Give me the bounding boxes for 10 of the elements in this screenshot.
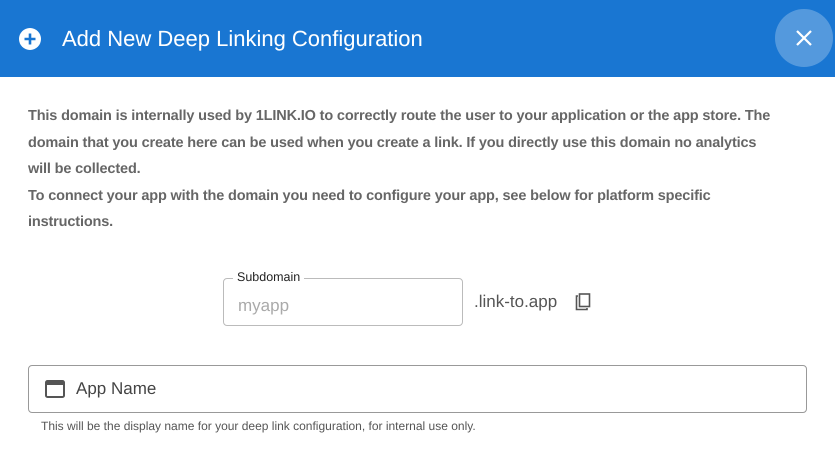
window-icon bbox=[45, 380, 65, 398]
domain-suffix: .link-to.app bbox=[474, 292, 558, 312]
hint-text: This will be the display name for your deep link configuration, for internal use only. bbox=[41, 418, 477, 432]
description-text: This domain is internally used by 1LINK.IO to correctly route the user to your application or the app store. The domain that you create here can be used when you create a link. If you directly use this domain no analytics will be collected. bbox=[28, 107, 772, 179]
app-name-field[interactable]: App Name bbox=[28, 364, 807, 412]
field-label: Subdomain bbox=[233, 270, 304, 284]
dialog-title: Add New Deep Linking Configuration bbox=[62, 26, 423, 52]
description-text: To connect your app with the domain you need to configure your app, see below for platform specific instructions. bbox=[28, 186, 712, 232]
copy-icon[interactable] bbox=[575, 292, 592, 310]
add-icon bbox=[18, 26, 42, 50]
